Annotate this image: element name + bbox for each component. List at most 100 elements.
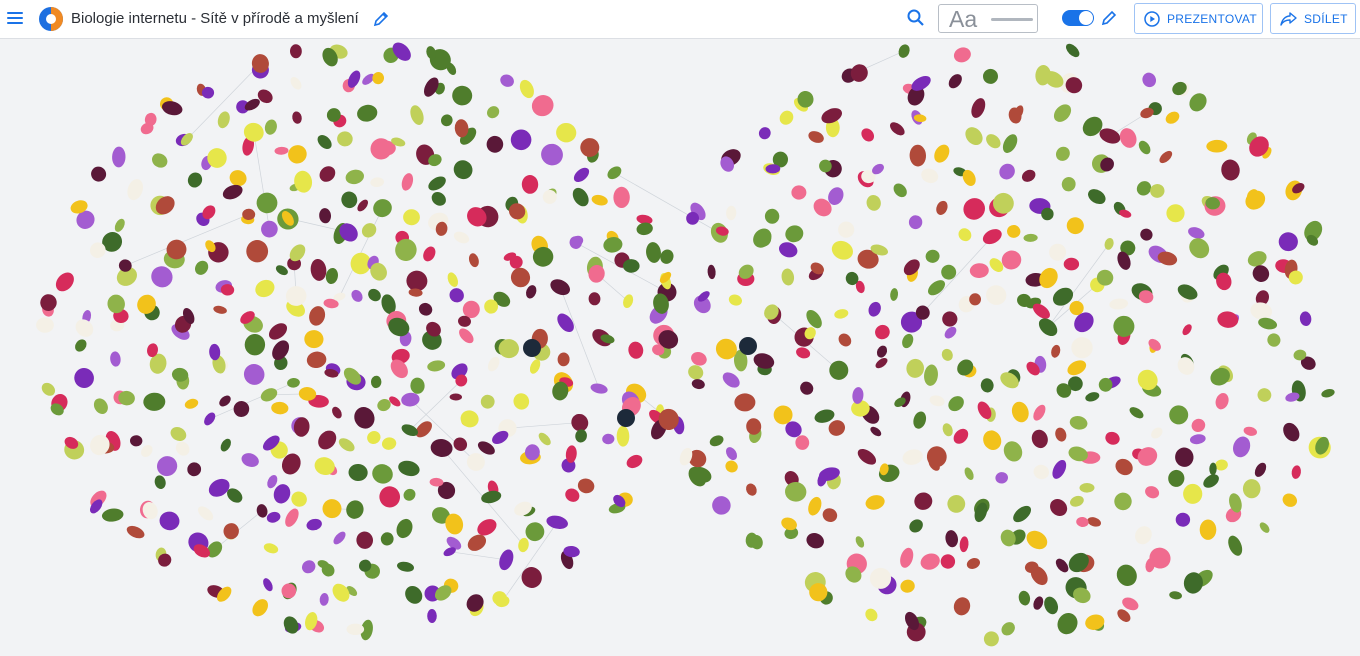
specimen-node[interactable] [708,492,734,518]
specimen-node[interactable] [381,436,398,451]
specimen-node[interactable] [153,452,181,480]
specimen-node[interactable] [919,166,940,185]
specimen-node[interactable] [1109,298,1129,311]
specimen-node[interactable] [627,340,645,360]
specimen-node[interactable] [1183,483,1203,505]
specimen-node[interactable] [557,352,570,367]
specimen-node[interactable] [101,507,124,523]
specimen-node[interactable] [1201,472,1222,491]
specimen-node[interactable] [1035,315,1060,340]
specimen-node[interactable] [980,427,1005,453]
specimen-node[interactable] [222,522,240,541]
specimen-node[interactable] [426,174,448,194]
specimen-node[interactable] [1128,405,1146,421]
specimen-node[interactable] [591,193,609,207]
specimen-node[interactable] [1166,203,1186,223]
specimen-node[interactable] [1065,549,1093,576]
specimen-node[interactable] [109,351,121,367]
specimen-node[interactable] [158,510,181,532]
specimen-node[interactable] [512,499,534,518]
specimen-node[interactable] [355,198,370,214]
specimen-node[interactable] [1042,595,1061,617]
specimen-node[interactable] [727,293,743,308]
specimen-node[interactable] [1000,438,1025,464]
specimen-node[interactable] [806,495,824,517]
specimen-node[interactable] [795,435,810,451]
specimen-node[interactable] [439,112,455,128]
specimen-node[interactable] [113,217,127,233]
specimen-node[interactable] [216,110,232,130]
specimen-node[interactable] [944,529,959,548]
specimen-node[interactable] [952,595,973,617]
specimen-node[interactable] [285,141,311,167]
specimen-node[interactable] [153,474,167,490]
specimen-node[interactable] [219,437,234,453]
specimen-node[interactable] [621,293,634,309]
specimen-node[interactable] [1047,495,1071,519]
specimen-node[interactable] [1278,231,1299,252]
specimen-node[interactable] [602,236,624,255]
specimen-node[interactable] [39,292,59,312]
specimen-node[interactable] [287,377,301,388]
specimen-node[interactable] [777,240,800,260]
specimen-node[interactable] [1252,461,1268,479]
specimen-node[interactable] [511,391,531,411]
specimen-node[interactable] [1086,516,1102,529]
specimen-node[interactable] [446,271,460,289]
specimen-node[interactable] [401,486,418,503]
specimen-node[interactable] [1110,312,1138,341]
specimen-node[interactable] [708,433,725,448]
specimen-node[interactable] [91,396,111,417]
specimen-node[interactable] [908,215,923,230]
specimen-node[interactable] [836,331,854,349]
specimen-node[interactable] [752,351,776,371]
specimen-node[interactable] [1320,388,1335,399]
specimen-node[interactable] [316,163,338,185]
specimen-node[interactable] [891,181,910,200]
specimen-node[interactable] [377,484,402,509]
specimen-node[interactable] [240,360,268,388]
specimen-node[interactable] [1112,456,1136,479]
specimen-node[interactable] [344,498,366,521]
specimen-node[interactable] [1143,484,1161,500]
specimen-node[interactable] [394,516,416,540]
specimen-node[interactable] [1032,595,1046,611]
specimen-node[interactable] [918,551,942,572]
specimen-node[interactable] [720,369,743,390]
specimen-node[interactable] [1243,425,1258,437]
specimen-node[interactable] [244,334,266,356]
specimen-node[interactable] [112,146,126,168]
specimen-node[interactable] [1113,561,1140,589]
specimen-node[interactable] [486,355,502,373]
specimen-node[interactable] [658,247,676,266]
specimen-node[interactable] [447,285,467,305]
specimen-node[interactable] [478,392,497,411]
specimen-node[interactable] [905,358,925,379]
specimen-node[interactable] [909,144,927,167]
specimen-node[interactable] [184,460,203,479]
specimen-node[interactable] [289,44,302,59]
specimen-node[interactable] [900,332,915,350]
specimen-node[interactable] [1280,420,1303,445]
specimen-node[interactable] [480,489,503,505]
specimen-node[interactable] [1029,428,1050,451]
specimen-node[interactable] [835,218,858,241]
specimen-node[interactable] [519,564,545,591]
specimen-node[interactable] [1017,590,1031,607]
specimen-node[interactable] [427,609,437,623]
specimen-node[interactable] [855,446,879,468]
specimen-node[interactable] [545,514,569,531]
specimen-node[interactable] [402,583,426,608]
specimen-node[interactable] [934,199,949,217]
hamburger-menu-icon[interactable] [7,9,23,27]
specimen-node[interactable] [723,458,740,474]
specimen-node[interactable] [931,142,952,165]
specimen-node[interactable] [139,443,155,460]
specimen-node[interactable] [984,283,1009,308]
specimen-node[interactable] [1256,387,1273,404]
specimen-node[interactable] [1050,344,1062,359]
specimen-node[interactable] [899,578,916,594]
specimen-node[interactable] [1023,233,1038,242]
specimen-node[interactable] [923,364,939,387]
specimen-node[interactable] [689,350,709,368]
